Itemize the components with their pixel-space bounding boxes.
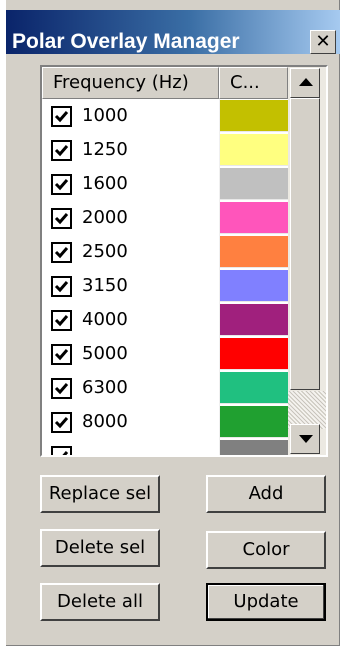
row-checkbox[interactable] bbox=[51, 140, 72, 161]
vertical-scrollbar[interactable] bbox=[288, 67, 326, 455]
row-frequency: 5000 bbox=[82, 343, 128, 364]
row-checkbox[interactable] bbox=[51, 174, 72, 195]
checkmark-icon bbox=[54, 417, 69, 429]
arrow-down-icon bbox=[299, 435, 313, 443]
checkmark-icon bbox=[54, 315, 69, 327]
row-frequency: 1600 bbox=[82, 173, 128, 194]
delete-all-button[interactable]: Delete all bbox=[40, 583, 160, 621]
checkmark-icon bbox=[57, 451, 69, 455]
list-item[interactable]: 1000 bbox=[42, 99, 288, 133]
row-frequency: 2000 bbox=[82, 207, 128, 228]
row-checkbox[interactable] bbox=[51, 446, 72, 455]
checkmark-icon bbox=[54, 145, 69, 157]
row-color-swatch[interactable] bbox=[220, 236, 288, 268]
overlay-list[interactable]: Frequency (Hz) C... 1000 1250 1600 2000 2500… bbox=[40, 65, 328, 457]
row-checkbox[interactable] bbox=[51, 412, 72, 433]
delete-sel-button[interactable]: Delete sel bbox=[40, 529, 160, 567]
row-frequency: 4000 bbox=[82, 309, 128, 330]
row-frequency: 1000 bbox=[82, 105, 128, 126]
row-color-swatch[interactable] bbox=[220, 134, 288, 166]
row-frequency: 8000 bbox=[82, 411, 128, 432]
row-checkbox[interactable] bbox=[51, 208, 72, 229]
checkmark-icon bbox=[54, 247, 69, 259]
list-item[interactable]: 8000 bbox=[42, 405, 288, 439]
checkmark-icon bbox=[54, 213, 69, 225]
add-button[interactable]: Add bbox=[206, 475, 326, 513]
arrow-up-icon bbox=[299, 78, 313, 86]
row-checkbox[interactable] bbox=[51, 276, 72, 297]
title-bar: Polar Overlay Manager ✕ bbox=[6, 10, 340, 54]
row-color-swatch[interactable] bbox=[220, 338, 288, 370]
polar-overlay-manager-window: Polar Overlay Manager ✕ Frequency (Hz) C… bbox=[6, 0, 340, 646]
row-checkbox[interactable] bbox=[51, 106, 72, 127]
column-header-color[interactable]: C... bbox=[219, 67, 288, 99]
list-item[interactable]: 2500 bbox=[42, 235, 288, 269]
checkmark-icon bbox=[54, 281, 69, 293]
close-icon: ✕ bbox=[315, 31, 331, 52]
row-checkbox[interactable] bbox=[51, 242, 72, 263]
close-button[interactable]: ✕ bbox=[310, 30, 336, 54]
list-item[interactable]: 5000 bbox=[42, 337, 288, 371]
list-item[interactable]: 6300 bbox=[42, 371, 288, 405]
row-color-swatch[interactable] bbox=[220, 270, 288, 302]
column-header-frequency[interactable]: Frequency (Hz) bbox=[42, 67, 219, 99]
row-frequency: 1250 bbox=[82, 139, 128, 160]
row-color-swatch[interactable] bbox=[220, 168, 288, 200]
list-item[interactable]: 2000 bbox=[42, 201, 288, 235]
color-button[interactable]: Color bbox=[206, 531, 326, 569]
checkmark-icon bbox=[54, 111, 69, 123]
row-checkbox[interactable] bbox=[51, 378, 72, 399]
replace-sel-button[interactable]: Replace sel bbox=[40, 475, 160, 513]
checkmark-icon bbox=[54, 383, 69, 395]
row-color-swatch[interactable] bbox=[220, 440, 288, 455]
row-checkbox[interactable] bbox=[51, 310, 72, 331]
row-color-swatch[interactable] bbox=[220, 202, 288, 234]
list-item[interactable]: 1250 bbox=[42, 133, 288, 167]
row-color-swatch[interactable] bbox=[220, 406, 288, 438]
row-frequency: 6300 bbox=[82, 377, 128, 398]
update-button[interactable]: Update bbox=[206, 583, 326, 621]
list-item[interactable]: 4000 bbox=[42, 303, 288, 337]
scroll-up-button[interactable] bbox=[290, 68, 320, 98]
window-title: Polar Overlay Manager bbox=[12, 30, 240, 53]
row-checkbox[interactable] bbox=[51, 344, 72, 365]
overlay-rows: 1000 1250 1600 2000 2500 3150 4000 5000 6300 8000 bbox=[42, 99, 288, 455]
list-item[interactable]: 3150 bbox=[42, 269, 288, 303]
row-color-swatch[interactable] bbox=[220, 372, 288, 404]
checkmark-icon bbox=[54, 349, 69, 361]
row-frequency: 2500 bbox=[82, 241, 128, 262]
scroll-down-button[interactable] bbox=[290, 424, 320, 454]
row-color-swatch[interactable] bbox=[220, 304, 288, 336]
checkmark-icon bbox=[54, 179, 69, 191]
row-color-swatch[interactable] bbox=[220, 100, 288, 132]
list-item[interactable] bbox=[42, 439, 288, 455]
scroll-thumb[interactable] bbox=[290, 98, 320, 390]
list-item[interactable]: 1600 bbox=[42, 167, 288, 201]
row-frequency: 3150 bbox=[82, 275, 128, 296]
